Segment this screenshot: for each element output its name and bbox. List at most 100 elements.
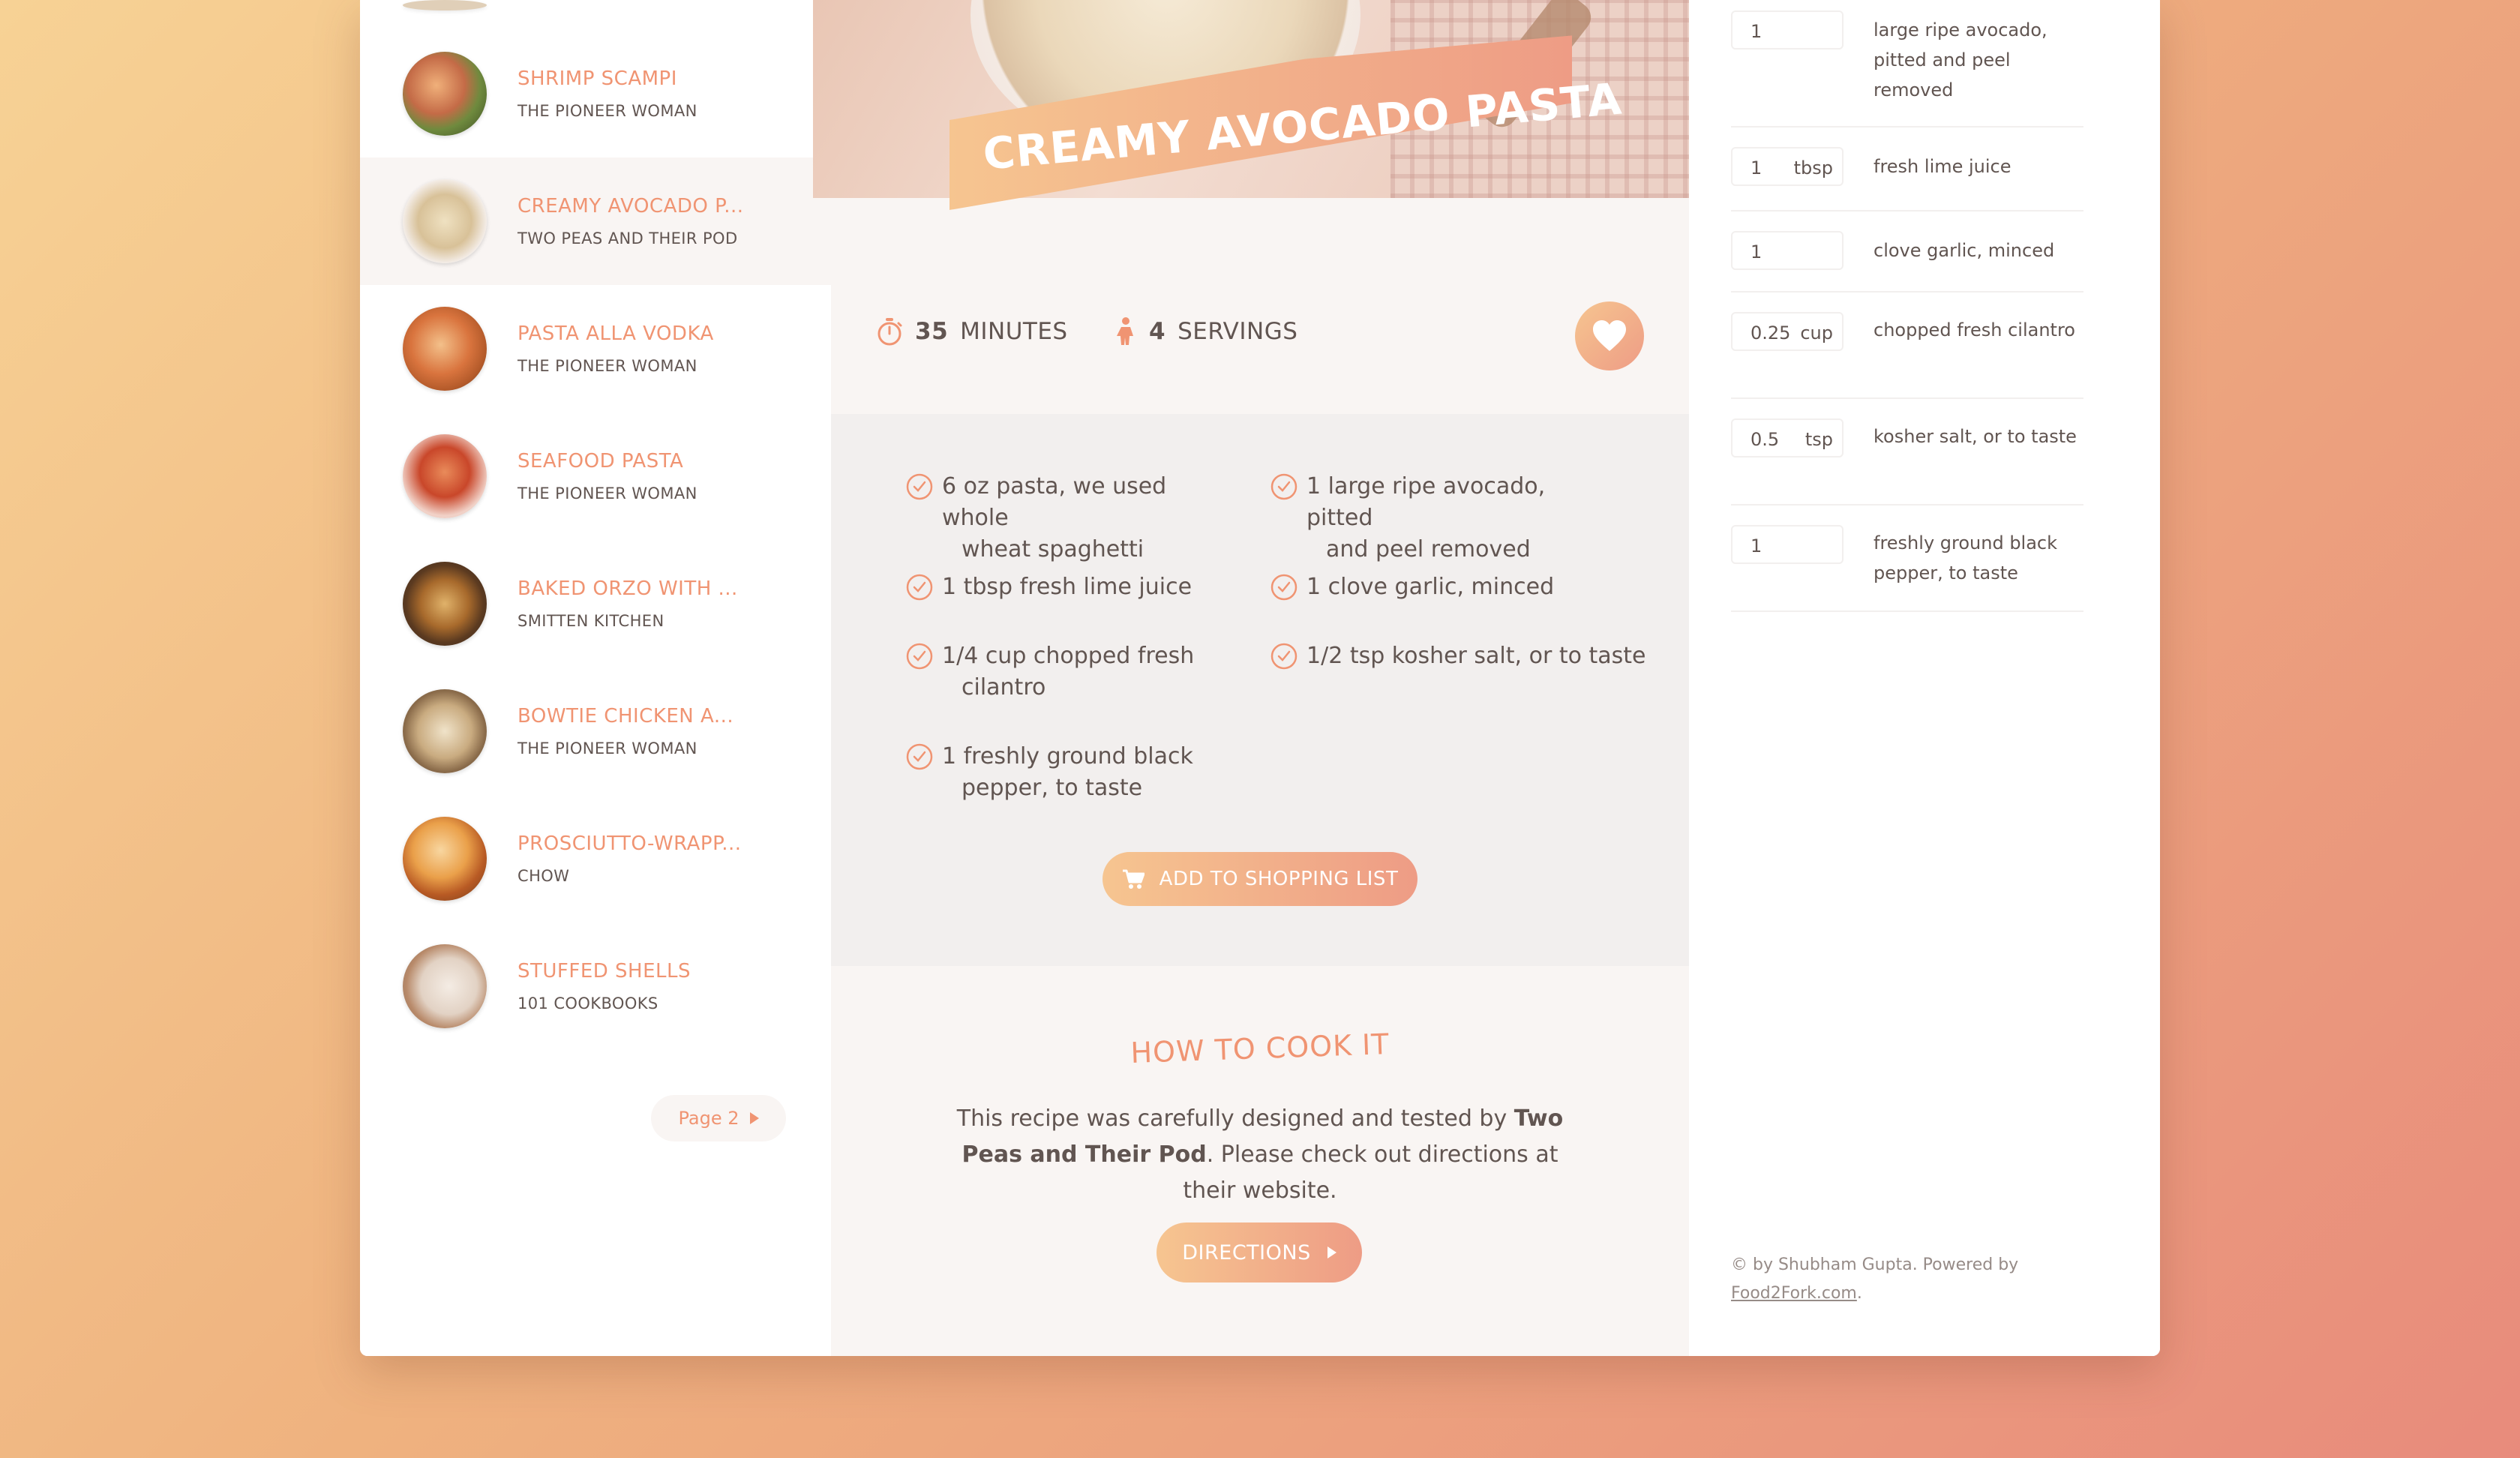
result-publisher: THE PIONEER WOMAN xyxy=(518,357,698,375)
triangle-right-icon xyxy=(1327,1246,1336,1258)
bookmark-button[interactable] xyxy=(1575,302,1644,370)
page-label: Page 2 xyxy=(678,1108,740,1129)
result-title: CREAMY AVOCADO P... xyxy=(518,195,744,218)
directions-button[interactable]: DIRECTIONS xyxy=(1156,1222,1362,1282)
ingredient-item: 1 large ripe avocado, pitted and peel rem… xyxy=(1270,471,1600,566)
result-title: BAKED ORZO WITH ... xyxy=(518,578,738,600)
result-publisher: 101 COOKBOOKS xyxy=(518,994,658,1012)
result-thumbnail xyxy=(403,179,487,263)
result-publisher: THE PIONEER WOMAN xyxy=(518,102,698,120)
result-publisher: TWO PEAS AND THEIR POD xyxy=(518,230,738,248)
stopwatch-icon xyxy=(878,318,902,346)
servings-value: 4 xyxy=(1149,318,1166,345)
check-circle-icon xyxy=(1270,643,1298,670)
ingredient-item: 1/2 tsp kosher salt, or to taste xyxy=(1270,640,1660,672)
check-circle-icon xyxy=(1270,574,1298,601)
ingredient-text: 6 oz pasta, we used whole xyxy=(942,473,1167,531)
servings-label: SERVINGS xyxy=(1178,318,1298,345)
check-circle-icon xyxy=(906,743,933,770)
triangle-right-icon xyxy=(749,1112,759,1124)
next-page-button[interactable]: Page 2 xyxy=(651,1095,786,1142)
shopping-item-description: chopped fresh cilantro xyxy=(1874,320,2075,340)
shopping-item: 1 freshly ground black pepper, to taste xyxy=(1731,506,2084,612)
result-item[interactable]: STUFFED SHELLS 101 COOKBOOKS xyxy=(360,922,831,1050)
directions-section: HOW TO COOK IT This recipe was carefully… xyxy=(831,966,1689,1356)
quantity-field[interactable]: 1 xyxy=(1731,231,1844,270)
result-thumbnail xyxy=(403,0,487,10)
shopping-item: 0.5 tsp kosher salt, or to taste xyxy=(1731,399,2084,506)
quantity-field[interactable]: 1 xyxy=(1731,525,1844,564)
result-item-partial[interactable] xyxy=(360,0,831,15)
ingredient-item: 1/4 cup chopped fresh cilantro xyxy=(906,640,1236,704)
result-publisher: CHOW xyxy=(518,867,570,885)
directions-heading: HOW TO COOK IT xyxy=(1130,1027,1390,1070)
shopping-item: 1 tbsp fresh lime juice xyxy=(1731,128,2084,212)
search-results: SHRIMP SCAMPI THE PIONEER WOMAN CREAMY A… xyxy=(360,0,831,1356)
result-title: SHRIMP SCAMPI xyxy=(518,68,677,90)
result-publisher: THE PIONEER WOMAN xyxy=(518,484,698,502)
ingredient-item: 6 oz pasta, we used whole wheat spaghetti xyxy=(906,471,1236,566)
result-publisher: SMITTEN KITCHEN xyxy=(518,612,664,630)
ingredient-text-cont: and peel removed xyxy=(1326,536,1531,562)
result-thumbnail xyxy=(403,307,487,391)
ingredient-item: 1 tbsp fresh lime juice xyxy=(906,572,1236,603)
ingredient-text-cont: pepper, to taste xyxy=(962,775,1143,801)
add-to-shopping-list-label: ADD TO SHOPPING LIST xyxy=(1159,868,1399,890)
ingredient-text: 1 tbsp fresh lime juice xyxy=(942,574,1192,600)
add-to-shopping-list-button[interactable]: ADD TO SHOPPING LIST xyxy=(1102,852,1418,906)
shopping-item-description: freshly ground black pepper, to taste xyxy=(1874,532,2058,584)
result-thumbnail xyxy=(403,562,487,646)
ingredient-text-cont: cilantro xyxy=(962,674,1046,700)
result-item[interactable]: PROSCIUTTO-WRAPP... CHOW xyxy=(360,795,831,922)
recipe-title-banner: CREAMY AVOCADO PASTA xyxy=(950,90,1624,210)
result-thumbnail xyxy=(403,434,487,518)
cart-icon xyxy=(1122,869,1144,889)
result-title: STUFFED SHELLS xyxy=(518,960,691,982)
shopping-list: 1 large ripe avocado, pitted and peel re… xyxy=(1689,0,2160,1356)
check-circle-icon xyxy=(906,473,933,500)
result-thumbnail xyxy=(403,817,487,901)
result-item[interactable]: SEAFOOD PASTA THE PIONEER WOMAN xyxy=(360,412,831,540)
shopping-item: 1 large ripe avocado, pitted and peel re… xyxy=(1731,0,2084,128)
app-container: SHRIMP SCAMPI THE PIONEER WOMAN CREAMY A… xyxy=(360,0,2160,1356)
result-item[interactable]: SHRIMP SCAMPI THE PIONEER WOMAN xyxy=(360,30,831,158)
shopping-item: 0.25 cup chopped fresh cilantro xyxy=(1731,292,2084,399)
ingredient-text: 1 freshly ground black xyxy=(942,743,1193,770)
ingredient-item: 1 freshly ground black pepper, to taste xyxy=(906,741,1236,804)
shopping-item-description: fresh lime juice xyxy=(1874,156,2012,177)
servings: 4 SERVINGS xyxy=(1114,316,1298,346)
quantity-field[interactable]: 0.5 tsp xyxy=(1731,418,1844,458)
shopping-item: 1 clove garlic, minced xyxy=(1731,212,2084,292)
ingredient-item: 1 clove garlic, minced xyxy=(1270,572,1600,603)
result-title: PROSCIUTTO-WRAPP... xyxy=(518,832,742,855)
directions-text: This recipe was carefully designed and t… xyxy=(956,1106,1564,1204)
ingredient-text-cont: wheat spaghetti xyxy=(962,536,1144,562)
result-item[interactable]: BAKED ORZO WITH ... SMITTEN KITCHEN xyxy=(360,540,831,668)
shopping-item-description: kosher salt, or to taste xyxy=(1874,426,2077,447)
ingredient-text: 1 large ripe avocado, pitted xyxy=(1306,473,1546,531)
result-thumbnail xyxy=(403,944,487,1028)
ingredient-text: 1/4 cup chopped fresh xyxy=(942,643,1195,669)
result-title: BOWTIE CHICKEN A... xyxy=(518,705,734,728)
footer-copyright: © by Shubham Gupta. Powered by Food2Fork… xyxy=(1731,1256,2019,1303)
result-item[interactable]: PASTA ALLA VODKA THE PIONEER WOMAN xyxy=(360,285,831,412)
ingredient-text: 1/2 tsp kosher salt, or to taste xyxy=(1306,643,1646,669)
food2fork-link[interactable]: Food2Fork.com xyxy=(1731,1284,1857,1303)
person-icon xyxy=(1117,317,1133,345)
quantity-field[interactable]: 0.25 cup xyxy=(1731,312,1844,351)
result-publisher: THE PIONEER WOMAN xyxy=(518,740,698,758)
cooking-time: 35 MINUTES xyxy=(876,316,1068,346)
quantity-field[interactable]: 1 xyxy=(1731,10,1844,50)
result-title: SEAFOOD PASTA xyxy=(518,450,684,472)
shopping-item-description: clove garlic, minced xyxy=(1874,240,2055,261)
heart-icon xyxy=(1593,320,1626,351)
recipe-details: 35 MINUTES 4 SERVINGS xyxy=(831,278,1689,390)
result-thumbnail xyxy=(403,689,487,773)
minutes-value: 35 xyxy=(915,318,949,345)
result-item-active[interactable]: CREAMY AVOCADO P... TWO PEAS AND THEIR P… xyxy=(360,158,831,285)
quantity-field[interactable]: 1 tbsp xyxy=(1731,147,1844,186)
directions-button-label: DIRECTIONS xyxy=(1182,1240,1311,1264)
result-item[interactable]: BOWTIE CHICKEN A... THE PIONEER WOMAN xyxy=(360,668,831,795)
ingredient-text: 1 clove garlic, minced xyxy=(1306,574,1555,600)
shopping-item-description: large ripe avocado, pitted and peel remo… xyxy=(1874,20,2048,100)
